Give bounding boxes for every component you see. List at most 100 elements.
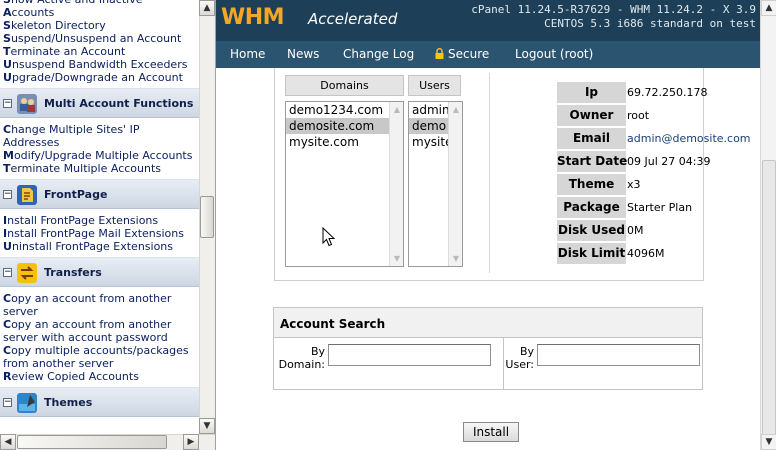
users-header: Users bbox=[408, 75, 461, 96]
nav-home[interactable]: Home bbox=[230, 47, 265, 61]
by-user-label: By User: bbox=[504, 345, 534, 371]
scroll-up-button[interactable]: ▲ bbox=[761, 0, 776, 16]
scroll-thumb[interactable] bbox=[200, 196, 214, 238]
sidebar-link[interactable]: Modify/Upgrade Multiple Accounts bbox=[0, 149, 195, 162]
domains-listbox[interactable]: demo1234.com demosite.com mysite.com ▲ ▼ bbox=[285, 101, 404, 267]
section-title: Themes bbox=[44, 396, 93, 409]
link-text: odify/Upgrade Multiple Accounts bbox=[13, 149, 193, 162]
sidebar-link[interactable]: Unsuspend Bandwidth Exceeders bbox=[0, 58, 199, 71]
listbox-scrollbar[interactable]: ▲ ▼ bbox=[389, 102, 403, 266]
link-text: opy an account from another server with … bbox=[3, 318, 172, 344]
link-first-letter: U bbox=[3, 71, 12, 84]
sidebar-link[interactable]: Upgrade/Downgrade an Account bbox=[0, 71, 199, 84]
sidebar-hscrollbar[interactable]: ◀ ▶ bbox=[0, 434, 215, 450]
label-line: By bbox=[310, 345, 325, 358]
account-search-header: Account Search bbox=[274, 308, 702, 338]
info-label: Disk Limit bbox=[557, 243, 626, 264]
sidebar-link[interactable]: Change Multiple Sites' IP Addresses bbox=[0, 123, 195, 149]
scroll-down-button[interactable]: ▼ bbox=[450, 252, 462, 265]
nav-change-log[interactable]: Change Log bbox=[343, 47, 414, 61]
scroll-down-button[interactable]: ▼ bbox=[761, 434, 776, 450]
link-first-letter: C bbox=[3, 292, 12, 305]
info-label: Owner bbox=[557, 105, 626, 126]
info-label: Theme bbox=[557, 174, 626, 195]
sidebar-link[interactable]: Install FrontPage Mail Extensions bbox=[0, 227, 199, 240]
collapse-toggle[interactable]: − bbox=[3, 398, 12, 407]
info-value: 0M bbox=[627, 224, 644, 237]
link-text: erminate Multiple Accounts bbox=[10, 162, 162, 175]
sidebar-menu: Show Active and InactiveAccountsSkeleton… bbox=[0, 0, 199, 422]
scroll-down-button[interactable]: ▼ bbox=[391, 252, 403, 265]
sidebar-link[interactable]: Skeleton Directory bbox=[0, 19, 199, 32]
link-text: opy an account from another server bbox=[3, 292, 172, 318]
sidebar-link[interactable]: Install FrontPage Extensions bbox=[0, 214, 199, 227]
link-text: nstall FrontPage Extensions bbox=[7, 214, 159, 227]
sidebar-link[interactable]: Copy an account from another server with… bbox=[0, 318, 195, 344]
users-listbox[interactable]: admin demo mysite3 ▲ ▼ bbox=[408, 101, 463, 267]
sidebar-scrollbar[interactable]: ▲ ▼ bbox=[199, 0, 215, 434]
version-info: cPanel 11.24.5-R37629 - WHM 11.24.2 - X … bbox=[471, 3, 756, 16]
os-info: CENTOS 5.3 i686 standard on test bbox=[544, 17, 756, 30]
nav-secure[interactable]: Secure bbox=[435, 47, 489, 61]
scroll-up-button[interactable]: ▲ bbox=[391, 103, 403, 116]
listbox-option[interactable]: demosite.com bbox=[286, 118, 403, 134]
link-first-letter: U bbox=[3, 58, 12, 71]
email-link[interactable]: admin@demosite.com bbox=[627, 132, 751, 145]
listbox-option[interactable]: demo1234.com bbox=[286, 102, 403, 118]
whm-logo: WHM bbox=[221, 5, 285, 30]
nav-logout[interactable]: Logout (root) bbox=[515, 47, 593, 61]
link-text: nsuspend Bandwidth Exceeders bbox=[11, 58, 188, 71]
link-first-letter: T bbox=[3, 45, 11, 58]
info-label: Disk Used bbox=[557, 220, 626, 241]
section-transfers[interactable]: − Transfers bbox=[0, 257, 199, 287]
link-text: ccounts bbox=[11, 6, 55, 19]
sidebar-link[interactable]: Accounts bbox=[0, 6, 199, 19]
main-scrollbar[interactable]: ▲ ▼ bbox=[760, 0, 776, 450]
left-frame: Show Active and InactiveAccountsSkeleton… bbox=[0, 0, 216, 450]
scroll-up-button[interactable]: ▲ bbox=[450, 103, 462, 116]
info-label: Email bbox=[557, 128, 626, 149]
collapse-toggle[interactable]: − bbox=[3, 268, 12, 277]
sidebar-link[interactable]: Review Copied Accounts bbox=[0, 370, 199, 383]
info-value: 69.72.250.178 bbox=[627, 86, 708, 99]
sidebar-link[interactable]: Suspend/Unsuspend an Account bbox=[0, 32, 199, 45]
listbox-scrollbar[interactable]: ▲ ▼ bbox=[448, 102, 462, 266]
section-multi-account-functions[interactable]: − Multi Account Functions bbox=[0, 88, 199, 118]
scroll-up-button[interactable]: ▲ bbox=[199, 0, 215, 16]
scroll-down-button[interactable]: ▼ bbox=[199, 418, 215, 434]
listbox-option[interactable]: mysite.com bbox=[286, 134, 403, 150]
sidebar-link[interactable]: Copy an account from another server bbox=[0, 292, 195, 318]
install-button[interactable]: Install bbox=[463, 422, 519, 442]
collapse-toggle[interactable]: − bbox=[3, 190, 12, 199]
search-domain-input[interactable] bbox=[328, 344, 491, 366]
info-value: 09 Jul 27 04:39 bbox=[627, 155, 711, 168]
main-frame: WHM Accelerated cPanel 11.24.5-R37629 - … bbox=[216, 0, 776, 450]
sidebar-link[interactable]: Copy multiple accounts/packages from ano… bbox=[0, 344, 195, 370]
sidebar-link[interactable]: Terminate Multiple Accounts bbox=[0, 162, 199, 175]
search-user-input[interactable] bbox=[537, 344, 700, 366]
sidebar-link[interactable]: Uninstall FrontPage Extensions bbox=[0, 240, 199, 253]
link-text: keleton Directory bbox=[10, 19, 106, 32]
section-title: FrontPage bbox=[44, 188, 108, 201]
label-line: User: bbox=[505, 358, 534, 371]
frontpage-icon bbox=[17, 185, 37, 205]
hscroll-thumb[interactable] bbox=[17, 435, 167, 449]
lock-icon bbox=[435, 48, 444, 59]
scroll-thumb[interactable] bbox=[762, 160, 776, 438]
info-value: 4096M bbox=[627, 247, 665, 260]
content-area: Domains Users demo1234.com demosite.com my… bbox=[216, 68, 760, 450]
link-text: erminate an Account bbox=[10, 45, 126, 58]
top-nav: Home News Change Log Secure Logout (root… bbox=[216, 41, 760, 68]
header-bar: WHM Accelerated cPanel 11.24.5-R37629 - … bbox=[216, 0, 760, 41]
account-info-box: Domains Users demo1234.com demosite.com my… bbox=[274, 68, 751, 281]
link-first-letter: S bbox=[3, 32, 11, 45]
section-themes[interactable]: − Themes bbox=[0, 387, 199, 417]
nav-news[interactable]: News bbox=[287, 47, 319, 61]
scroll-left-button[interactable]: ◀ bbox=[0, 434, 16, 450]
section-frontpage[interactable]: − FrontPage bbox=[0, 179, 199, 209]
scroll-right-button[interactable]: ▶ bbox=[183, 434, 199, 450]
section-title: Multi Account Functions bbox=[44, 97, 194, 110]
multi-account-icon bbox=[17, 94, 37, 114]
sidebar-link[interactable]: Terminate an Account bbox=[0, 45, 199, 58]
collapse-toggle[interactable]: − bbox=[3, 99, 12, 108]
